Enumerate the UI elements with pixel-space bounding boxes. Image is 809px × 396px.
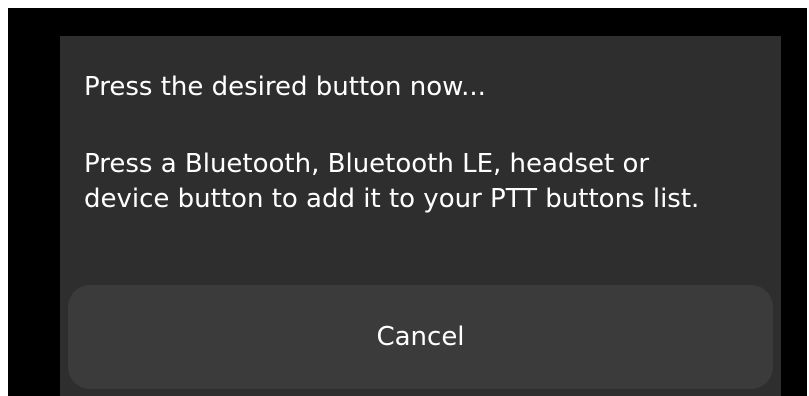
screen: Press the desired button now... Press a … xyxy=(8,8,807,396)
cancel-button-label: Cancel xyxy=(376,322,465,352)
ptt-button-dialog: Press the desired button now... Press a … xyxy=(60,36,781,396)
dialog-title: Press the desired button now... xyxy=(84,72,486,102)
cancel-button[interactable]: Cancel xyxy=(68,285,773,389)
dialog-message: Press a Bluetooth, Bluetooth LE, headset… xyxy=(84,149,700,214)
